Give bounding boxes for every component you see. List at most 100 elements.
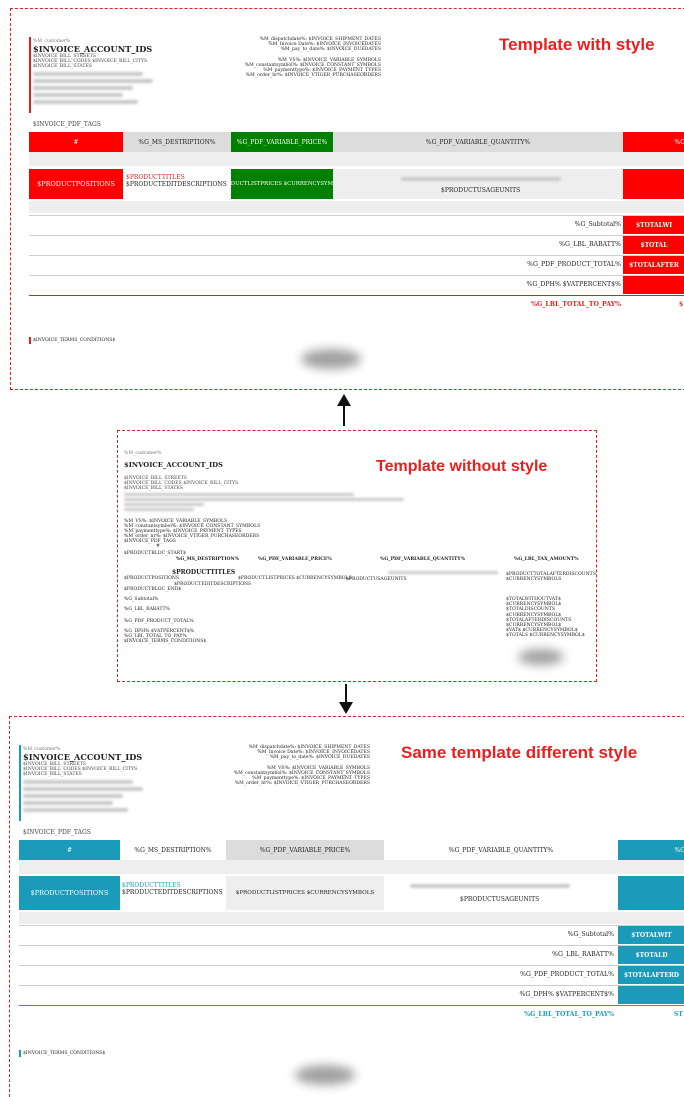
product-titles: $PRODUCTTITLES	[122, 882, 181, 889]
subtotal-value: $TOTALWIT	[618, 926, 684, 944]
col-header-description: %G_MS_DESTRIPTION%	[176, 557, 240, 562]
col-header-price: %G_PDF_VARIABLE_PRICE%	[231, 132, 333, 152]
rabatt-value: $TOTALD	[618, 946, 684, 964]
product-descriptions: $PRODUCTEDITDESCRIPTIONS	[174, 582, 252, 587]
blurred-line	[23, 794, 123, 798]
pdf-tags: $INVOICE_PDF_TAGS	[23, 829, 91, 836]
dph-label: %G_DPH% $VATPERCENT$%	[519, 991, 614, 998]
product-prices: $PRODUCTLISTPRICES $CURRENCYSYMBOLS	[226, 876, 384, 910]
blurred-line	[23, 808, 128, 812]
total-line: $TOTALS $CURRENCYSYMBOL$	[506, 633, 585, 639]
row-spacer	[29, 152, 684, 166]
col-header-quantity: %G_PDF_VARIABLE_QUANTITY%	[380, 557, 466, 562]
product-title-cell: $PRODUCTTITLES $PRODUCTEDITDESCRIPTIONS	[122, 882, 226, 896]
blurred-line	[23, 780, 133, 784]
terms-conditions: $INVOICE_TERMS_CONDITIONS$	[33, 338, 116, 343]
arrow-down-icon	[339, 702, 353, 714]
address-state: $INVOICE_BILL_STATES	[23, 772, 82, 777]
subtotal-label: %G_Subtotal%	[574, 221, 621, 228]
row-spacer	[29, 201, 684, 213]
product-total-value: $TOTALAFTERD	[618, 966, 684, 984]
product-quantity-cell	[384, 876, 618, 910]
product-titles: $PRODUCTTITLES	[172, 569, 236, 576]
signature-image	[518, 649, 564, 665]
red-left-bar	[29, 37, 31, 113]
product-bloc-end: $PRODUCTBLOC_END$	[124, 587, 182, 592]
header-right-info: %M_dispatchdate%: $INVOICE_SHIPMENT_DATE…	[220, 745, 370, 787]
product-positions: $PRODUCTPOSITIONS	[19, 876, 120, 910]
col-header-hash: #	[29, 132, 123, 152]
product-total-label: %G_PDF_PRODUCT_TOTAL%	[527, 261, 621, 268]
blurred-line	[410, 884, 570, 888]
col-header-description: %G_MS_DESTRIPTION%	[123, 132, 231, 152]
panel-title: Template without style	[376, 458, 548, 475]
terms-conditions: $INVOICE_TERMS_CONDITIONS$	[124, 639, 207, 644]
row-spacer	[19, 912, 684, 924]
product-tax-cell	[618, 876, 684, 910]
product-positions: $PRODUCTPOSITIONS	[124, 576, 180, 581]
account-ids: $INVOICE_ACCOUNT_IDS	[124, 461, 223, 469]
blurred-line	[33, 72, 143, 76]
address-state: $INVOICE_BILL_STATES	[33, 64, 92, 69]
pdf-tags: $INVOICE_PDF_TAGS	[33, 121, 101, 128]
product-prices: $PRODUCTLISTPRICES $CURRENCYSYMBOLS	[238, 576, 352, 581]
total-to-pay-value: $	[679, 301, 684, 308]
product-units: $PRODUCTUSAGEUNITS	[460, 896, 540, 903]
product-titles: $PRODUCTTITLES	[126, 174, 185, 181]
col-header-tax: %G	[618, 840, 684, 860]
blurred-line	[124, 493, 354, 496]
product-title-cell: $PRODUCTTITLES $PRODUCTEDITDESCRIPTIONS	[126, 174, 230, 188]
product-tax-cell	[623, 169, 684, 199]
signature-image	[295, 1065, 355, 1085]
teal-left-bar	[19, 745, 21, 821]
address-state: $INVOICE_BILL_STATES	[124, 486, 183, 491]
total-to-pay-label: %G_LBL_TOTAL_TO_PAY%	[524, 1011, 614, 1018]
unstyled-template-panel: %M_customer% $INVOICE_ACCOUNT_IDS $INVOI…	[117, 430, 597, 682]
col-header-price: %G_PDF_VARIABLE_PRICE%	[226, 840, 384, 860]
col-header-hash: #	[19, 840, 120, 860]
product-bloc-start: $PRODUCTBLOC_START$	[124, 551, 187, 556]
product-descriptions: $PRODUCTEDITDESCRIPTIONS	[122, 889, 223, 896]
terms-marker	[29, 337, 31, 344]
signature-image	[301, 349, 361, 369]
currency-symbols: $CURRENCYSYMBOLS	[506, 577, 562, 582]
rabatt-label: %G_LBL_RABATT%	[552, 951, 614, 958]
col-header-tax: %G	[623, 132, 684, 152]
rabatt-label: %G_LBL_RABATT%	[559, 241, 621, 248]
blurred-line	[33, 86, 133, 90]
header-right-info: %M_dispatchdate%: $INVOICE_SHIPMENT_DATE…	[231, 37, 381, 79]
dph-value	[618, 986, 684, 1004]
panel-title: Template with style	[499, 35, 655, 54]
blurred-line	[388, 571, 498, 574]
rabatt-value: $TOTAL	[623, 236, 684, 254]
total-divider	[29, 295, 684, 296]
product-total-label: %G_PDF_PRODUCT_TOTAL%	[520, 971, 614, 978]
col-header-price: %G_PDF_VARIABLE_PRICE%	[258, 557, 332, 562]
subtotal-label: %G_Subtotal%	[124, 597, 159, 602]
rabatt-label: %G_LBL_RABATT%	[124, 607, 170, 612]
blurred-line	[33, 93, 123, 97]
blurred-line	[23, 787, 143, 791]
styled-template-panel: %M_customer% $INVOICE_ACCOUNT_IDS $INVOI…	[10, 8, 684, 390]
customer-label: %M_customer%	[124, 451, 162, 456]
blurred-line	[33, 100, 138, 104]
blurred-line	[33, 79, 153, 83]
product-descriptions: $PRODUCTEDITDESCRIPTIONS	[126, 181, 227, 188]
product-units: $PRODUCTUSAGEUNITS	[441, 187, 521, 194]
blurred-line	[124, 498, 404, 501]
arrow-up-icon	[337, 394, 351, 406]
info-line: %M_order_nr%: $INVOICE_VTIGER_PURCHASEOR…	[245, 73, 381, 79]
row-spacer	[19, 860, 684, 874]
product-quantity-cell	[333, 169, 623, 199]
product-units: $PRODUCTUSAGEUNITS	[346, 577, 407, 582]
info-line: $INVOICE_PDF_TAGS	[124, 539, 176, 544]
total-divider	[19, 1005, 684, 1006]
col-header-quantity: %G_PDF_VARIABLE_QUANTITY%	[384, 840, 618, 860]
info-line: %M_order_nr%: $INVOICE_VTIGER_PURCHASEOR…	[234, 781, 370, 787]
col-header-description: %G_MS_DESTRIPTION%	[120, 840, 226, 860]
terms-conditions: $INVOICE_TERMS_CONDITIONS$	[23, 1051, 106, 1056]
blurred-line	[401, 177, 561, 181]
arrow-down-line	[345, 684, 347, 704]
blurred-line	[124, 503, 204, 506]
hash-header: #	[156, 544, 160, 549]
